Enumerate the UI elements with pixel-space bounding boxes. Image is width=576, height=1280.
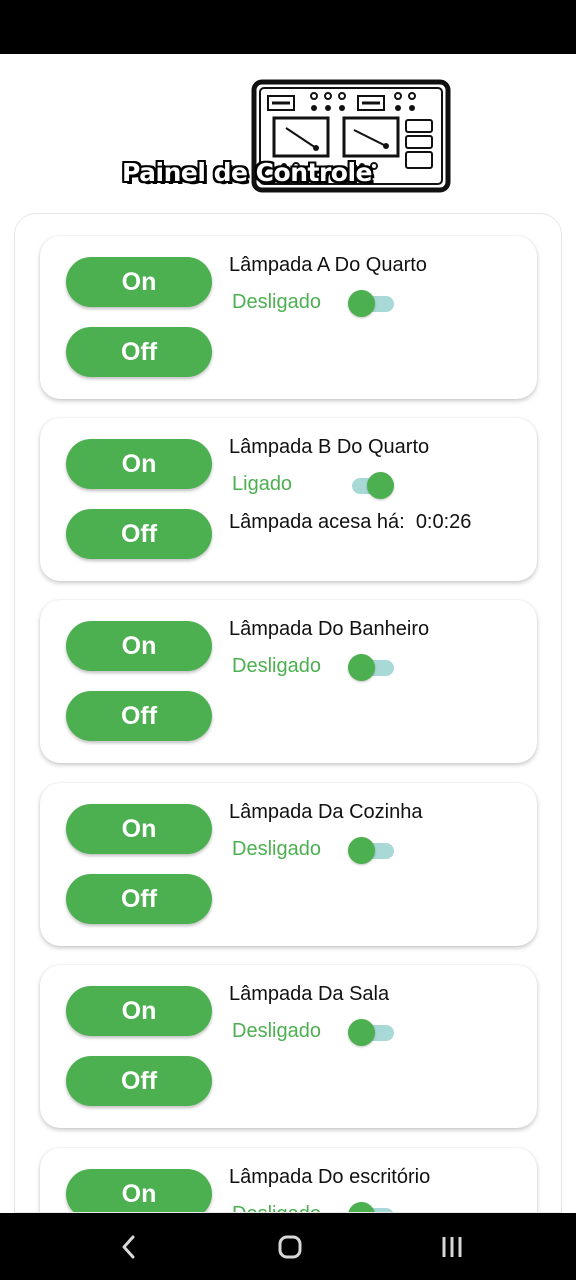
lamp-status: Desligado <box>232 655 321 677</box>
lamp-status: Desligado <box>232 1020 321 1042</box>
on-button[interactable]: On <box>66 986 212 1036</box>
lamp-card: On Off Lâmpada A Do Quarto Desligado <box>40 236 537 399</box>
elapsed-value: 0:0:26 <box>415 511 472 533</box>
status-bar <box>0 0 576 54</box>
on-button[interactable]: On <box>66 621 212 671</box>
off-button[interactable]: Off <box>66 691 212 741</box>
on-button[interactable]: On <box>66 439 212 489</box>
switch-thumb <box>348 837 375 864</box>
home-icon[interactable] <box>270 1227 310 1267</box>
navigation-bar <box>0 1213 576 1280</box>
switch-thumb <box>348 654 375 681</box>
elapsed-label: Lâmpada acesa há: <box>229 511 405 533</box>
lamp-switch[interactable] <box>348 836 394 864</box>
lamp-card: On Off Lâmpada Do escritório Desligado <box>40 1148 537 1212</box>
lamp-status: Ligado <box>232 473 293 495</box>
lamp-switch[interactable] <box>348 1018 394 1046</box>
lamp-card: On Off Lâmpada B Do Quarto Ligado Lâmpad… <box>40 418 537 581</box>
lamp-switch[interactable] <box>348 289 394 317</box>
on-button[interactable]: On <box>66 257 212 307</box>
lamp-name: Lâmpada Do escritório <box>229 1166 431 1188</box>
app-title: Painel de Controle <box>122 158 372 187</box>
on-button[interactable]: On <box>66 804 212 854</box>
off-button[interactable]: Off <box>66 1056 212 1106</box>
recents-icon[interactable] <box>432 1227 472 1267</box>
off-button[interactable]: Off <box>66 509 212 559</box>
lamp-name: Lâmpada Da Cozinha <box>229 801 423 823</box>
lamp-status: Desligado <box>232 291 321 313</box>
lamp-name: Lâmpada A Do Quarto <box>229 254 427 276</box>
lamp-card: On Off Lâmpada Do Banheiro Desligado <box>40 600 537 763</box>
off-button[interactable]: Off <box>66 874 212 924</box>
lamp-switch[interactable] <box>348 653 394 681</box>
lamp-name: Lâmpada Da Sala <box>229 983 390 1005</box>
lamp-card: On Off Lâmpada Da Cozinha Desligado <box>40 783 537 946</box>
on-button[interactable]: On <box>66 1169 212 1212</box>
lamp-card: On Off Lâmpada Da Sala Desligado <box>40 965 537 1128</box>
off-button[interactable]: Off <box>66 327 212 377</box>
app-header: Painel de Controle <box>0 54 576 204</box>
switch-thumb <box>348 290 375 317</box>
elapsed-time: Lâmpada acesa há: 0:0:26 <box>229 511 471 534</box>
lamp-list[interactable]: On Off Lâmpada A Do Quarto Desligado On … <box>14 213 562 1213</box>
switch-thumb <box>367 472 394 499</box>
lamp-status: Desligado <box>232 838 321 860</box>
back-icon[interactable] <box>109 1227 149 1267</box>
lamp-switch[interactable] <box>348 471 394 499</box>
lamp-switch[interactable] <box>348 1201 394 1212</box>
lamp-status: Desligado <box>232 1203 321 1212</box>
lamp-name: Lâmpada B Do Quarto <box>229 436 430 458</box>
lamp-name: Lâmpada Do Banheiro <box>229 618 430 640</box>
switch-thumb <box>348 1202 375 1212</box>
switch-thumb <box>348 1019 375 1046</box>
